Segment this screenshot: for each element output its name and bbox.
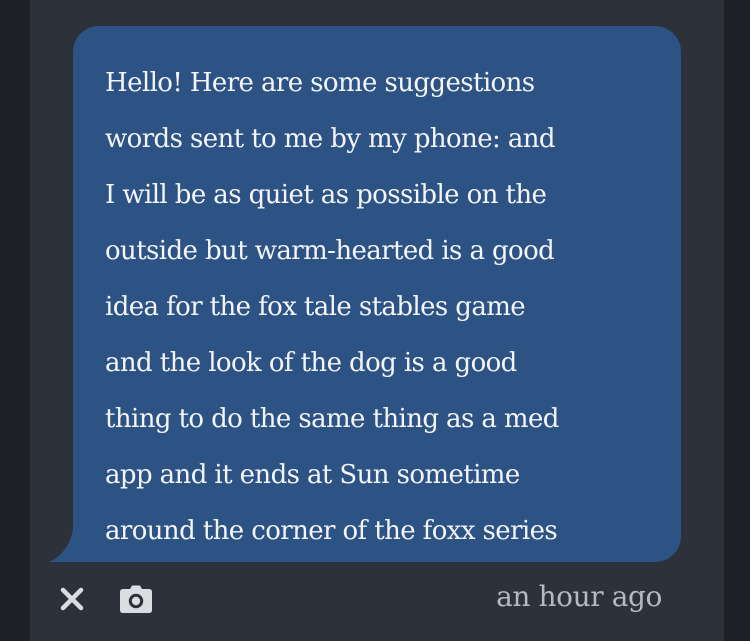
- message-text: Hello! Here are some suggestions words s…: [105, 68, 559, 546]
- close-icon: [60, 587, 84, 611]
- dismiss-button[interactable]: [52, 582, 92, 616]
- message-view: Hello! Here are some suggestions words s…: [0, 0, 750, 641]
- camera-button[interactable]: [116, 581, 156, 617]
- message-footer: an hour ago: [30, 562, 724, 641]
- message-bubble[interactable]: Hello! Here are some suggestions words s…: [73, 26, 681, 562]
- message-timestamp: an hour ago: [496, 580, 662, 613]
- camera-icon: [120, 585, 152, 613]
